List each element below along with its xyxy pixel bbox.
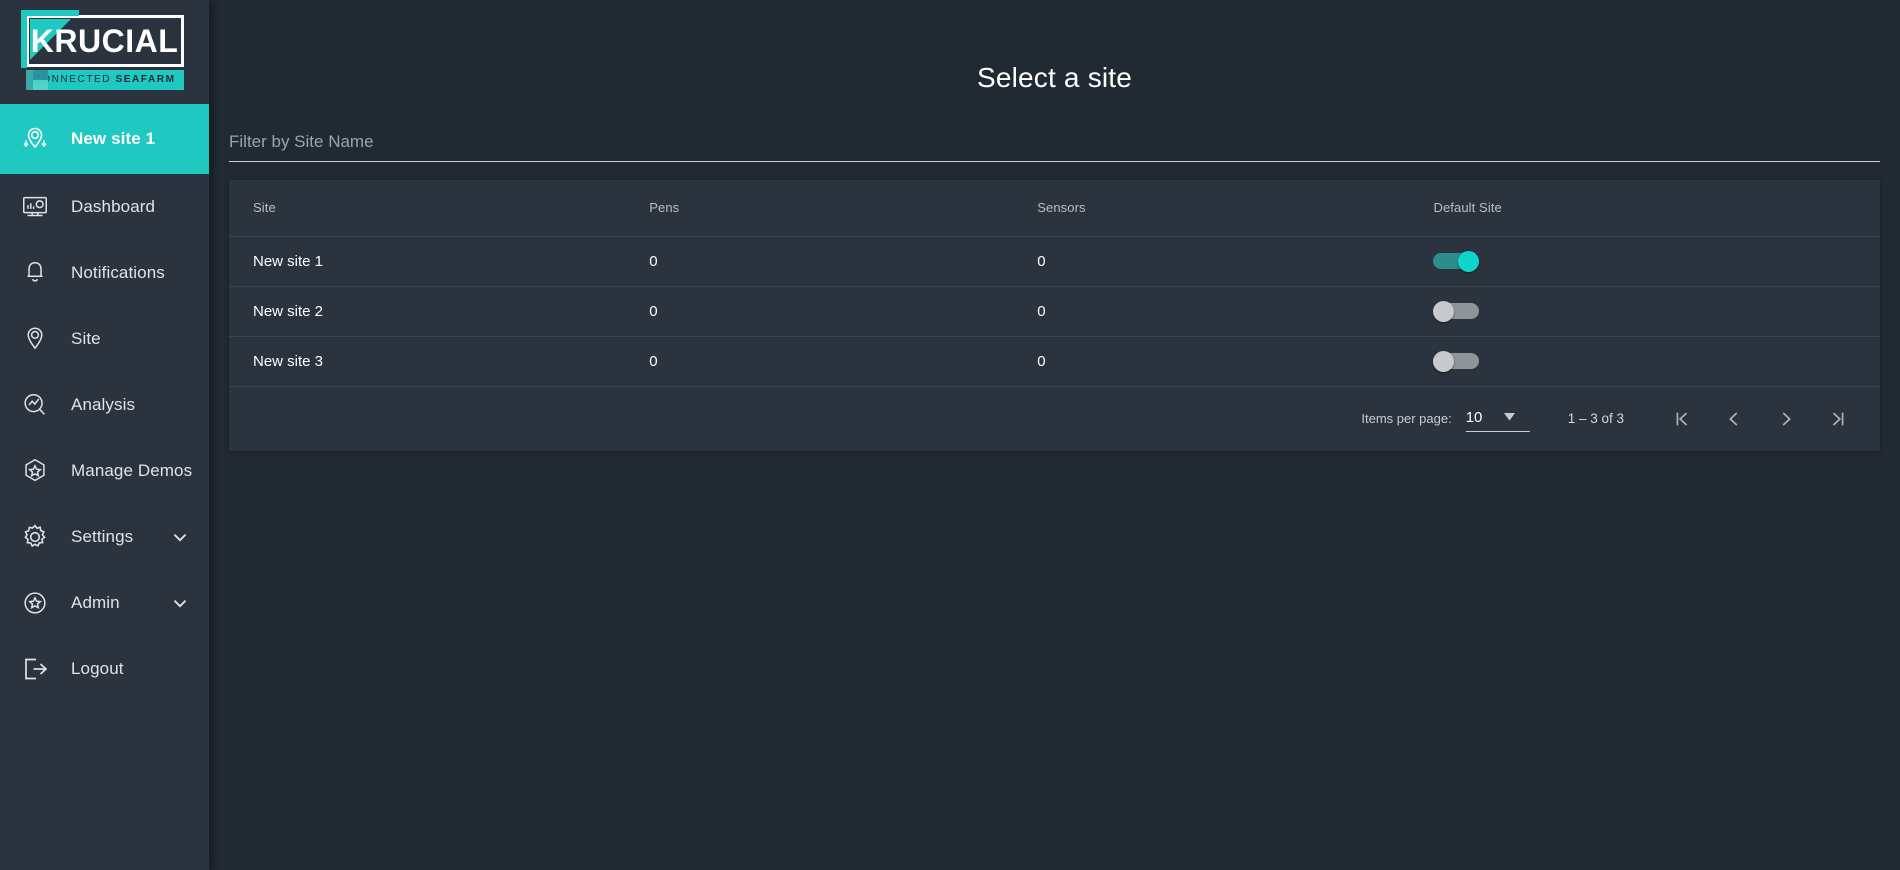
cell-pens: 0 (625, 236, 1014, 287)
logo-tagline-light: CONNECTED (33, 74, 116, 85)
logo-wordmark: KRUCIAL (30, 22, 179, 59)
logo-tagline-bar: CONNECTED SEAFARM (25, 69, 184, 90)
sidebar-item-site[interactable]: Site (0, 306, 209, 372)
logo-tagline-bold: SEAFARM (115, 74, 176, 85)
paginator-buttons (1664, 401, 1864, 437)
cell-sensors: 0 (1013, 336, 1410, 387)
logo-tagline: CONNECTED SEAFARM (33, 74, 175, 85)
sites-table-card: Site Pens Sensors Default Site New site … (229, 180, 1880, 451)
cell-site: New site 2 (229, 286, 626, 337)
sidebar-item-label: Analysis (71, 395, 136, 414)
app-root: KRUCIAL CONNECTED SEAFARM New site 1 Das… (0, 0, 1900, 870)
logo-mark: KRUCIAL (20, 9, 184, 68)
cell-sensors: 0 (1013, 286, 1410, 337)
table-row[interactable]: New site 3 0 0 (229, 336, 1880, 387)
sidebar-item-analysis[interactable]: Analysis (0, 372, 209, 438)
cell-pens: 0 (625, 286, 1014, 337)
table-body: New site 1 0 0 New site 2 0 0 New site 3… (229, 236, 1880, 387)
sidebar: KRUCIAL CONNECTED SEAFARM New site 1 Das… (0, 0, 209, 870)
paginator: Items per page: 10 1 – 3 of 3 (229, 387, 1880, 451)
table-row[interactable]: New site 2 0 0 (229, 286, 1880, 337)
sidebar-item-label: New site 1 (71, 129, 156, 148)
sidebar-item-label: Settings (71, 527, 134, 546)
sidebar-item-logout[interactable]: Logout (0, 636, 209, 702)
items-per-page-label: Items per page: (1361, 411, 1452, 426)
map-pin-arrows-icon (18, 122, 52, 156)
main-content: Select a site Site Pens Sensors Default … (209, 0, 1900, 870)
logout-icon (18, 652, 52, 686)
column-header-sensors: Sensors (1013, 180, 1410, 237)
default-site-toggle[interactable] (1433, 301, 1480, 322)
page-title: Select a site (976, 62, 1133, 93)
dashboard-icon (18, 190, 52, 224)
sidebar-item-label: Notifications (71, 263, 165, 282)
chevron-down-icon[interactable] (169, 592, 191, 614)
sites-table: Site Pens Sensors Default Site New site … (229, 180, 1880, 387)
cell-site: New site 1 (229, 236, 626, 287)
analysis-icon (18, 388, 52, 422)
table-header-row: Site Pens Sensors Default Site (229, 180, 1880, 237)
column-header-default-site: Default Site (1409, 180, 1880, 237)
circle-star-icon (18, 586, 52, 620)
toggle-thumb (1458, 251, 1480, 272)
sidebar-item-label: Logout (71, 659, 124, 678)
map-pin-icon (18, 322, 52, 356)
cell-pens: 0 (625, 336, 1014, 387)
gear-icon (18, 520, 52, 554)
bell-icon (18, 256, 52, 290)
cell-default-site (1409, 336, 1880, 387)
cell-sensors: 0 (1013, 236, 1410, 287)
default-site-toggle[interactable] (1433, 251, 1480, 272)
column-header-pens: Pens (625, 180, 1014, 237)
sidebar-item-new-site-1[interactable]: New site 1 (0, 104, 209, 174)
sidebar-item-notifications[interactable]: Notifications (0, 240, 209, 306)
items-per-page-value: 10 (1465, 408, 1483, 426)
previous-page-button[interactable] (1716, 401, 1752, 437)
filter-field (229, 132, 1880, 162)
table-row[interactable]: New site 1 0 0 (229, 236, 1880, 287)
sidebar-item-dashboard[interactable]: Dashboard (0, 174, 209, 240)
site-name-filter-input[interactable] (229, 132, 1880, 162)
last-page-button[interactable] (1820, 401, 1856, 437)
sidebar-item-settings[interactable]: Settings (0, 504, 209, 570)
chevron-down-icon (1504, 413, 1516, 421)
sidebar-item-admin[interactable]: Admin (0, 570, 209, 636)
cell-site: New site 3 (229, 336, 626, 387)
hexagon-star-icon (18, 454, 52, 488)
sidebar-item-label: Manage Demos (71, 461, 193, 480)
page-range-label: 1 – 3 of 3 (1567, 411, 1624, 426)
chevron-down-icon[interactable] (169, 526, 191, 548)
column-header-site: Site (229, 180, 626, 237)
default-site-toggle[interactable] (1433, 351, 1480, 372)
sidebar-item-label: Admin (71, 593, 120, 612)
brand-logo: KRUCIAL CONNECTED SEAFARM (0, 0, 209, 104)
table-header: Site Pens Sensors Default Site (229, 180, 1880, 237)
sidebar-item-label: Site (71, 329, 101, 348)
sidebar-item-label: Dashboard (71, 197, 156, 216)
cell-default-site (1409, 236, 1880, 287)
next-page-button[interactable] (1768, 401, 1804, 437)
first-page-button[interactable] (1664, 401, 1700, 437)
sidebar-item-manage-demos[interactable]: Manage Demos (0, 438, 209, 504)
items-per-page-select[interactable]: 10 (1465, 406, 1530, 432)
cell-default-site (1409, 286, 1880, 337)
sidebar-nav: New site 1 Dashboard Notifications Site … (0, 104, 209, 702)
